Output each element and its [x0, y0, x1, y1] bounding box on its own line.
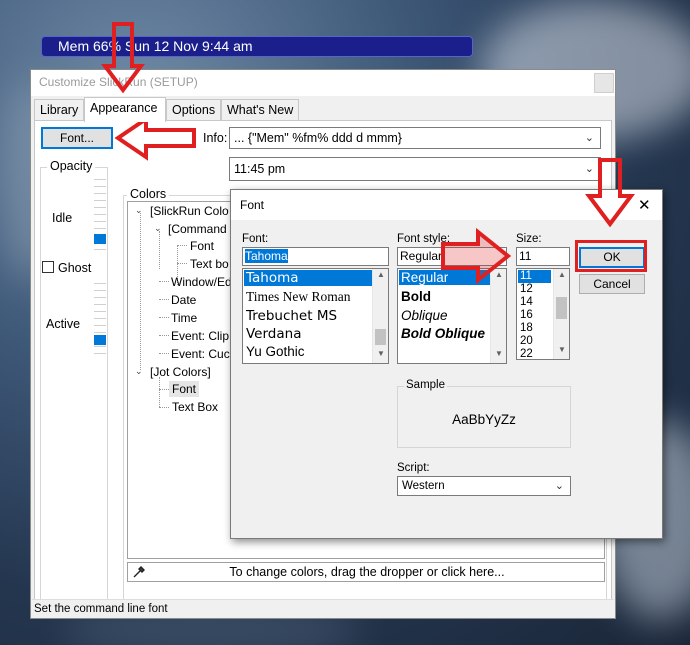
ok-highlight-box	[575, 240, 647, 272]
arrow-left-to-font-button	[114, 115, 196, 161]
tab-appearance[interactable]: Appearance	[84, 97, 166, 122]
arrow-right-to-size-box	[441, 227, 512, 285]
arrow-down-to-ok-button	[585, 158, 635, 228]
arrow-down-to-appearance-tab	[101, 22, 145, 94]
